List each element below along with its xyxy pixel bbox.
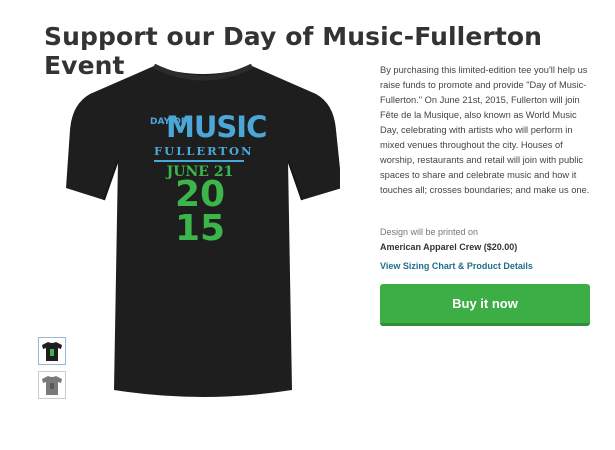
- thumbnail-grey-tee[interactable]: [38, 371, 66, 399]
- tshirt-icon: [42, 376, 62, 395]
- print-city: FULLERTON: [154, 144, 254, 158]
- print-year-top: 20: [174, 174, 226, 215]
- print-rule: [154, 160, 244, 162]
- print-year: 20 15: [156, 174, 244, 249]
- print-music: MUSIC: [166, 110, 267, 144]
- product-image: DAY OF MUSIC FULLERTON JUNE 21 20 15: [66, 60, 340, 400]
- buy-now-button[interactable]: Buy it now: [380, 284, 590, 326]
- tshirt-icon: [42, 342, 62, 361]
- print-year-bottom: 15: [174, 208, 226, 249]
- product-description: By purchasing this limited-edition tee y…: [380, 65, 590, 195]
- printed-on-label: Design will be printed on: [380, 227, 479, 237]
- product-line: American Apparel Crew ($20.00): [380, 242, 518, 252]
- thumbnail-list: [38, 337, 66, 405]
- thumbnail-black-tee[interactable]: [38, 337, 66, 365]
- sizing-chart-link[interactable]: View Sizing Chart & Product Details: [380, 261, 533, 271]
